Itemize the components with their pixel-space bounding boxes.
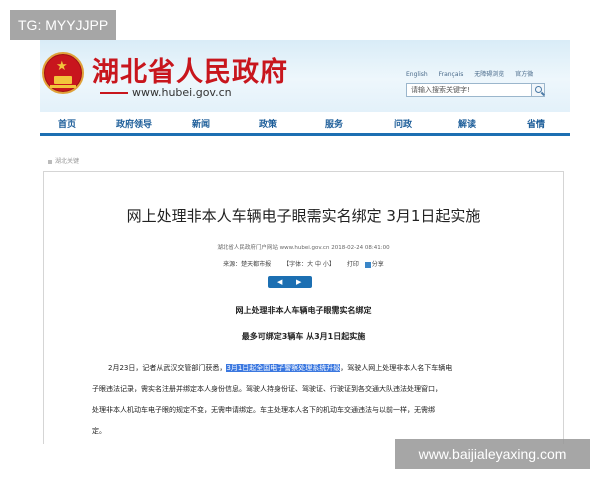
url-swoosh bbox=[100, 92, 128, 94]
top-links: English Français 无障碍浏览 官方微 bbox=[406, 69, 542, 78]
print-link[interactable]: 打印 bbox=[347, 261, 359, 268]
nav-province-info[interactable]: 省情 bbox=[527, 117, 545, 130]
article-paragraph-line: 处理非本人机动车电子眼的规定不变，无需申请绑定。车主处理本人名下的机动车交通违法… bbox=[92, 406, 435, 414]
article-meta: 湖北省人民政府门户网站 www.hubei.gov.cn 2018-02-24 … bbox=[217, 245, 390, 251]
selected-text-highlight: 3月1日起全国电子警察处理系统升级 bbox=[226, 364, 341, 372]
nav-leaders[interactable]: 政府领导 bbox=[116, 117, 152, 130]
breadcrumb-icon bbox=[48, 159, 52, 164]
article-tools: 来源：楚天都市报 【字体：大 中 小】 打印 分享 bbox=[44, 259, 563, 268]
breadcrumb: 湖北关键 bbox=[48, 156, 79, 165]
site-url: www.hubei.gov.cn bbox=[100, 86, 232, 99]
search-input[interactable]: 请输入搜索关键字! bbox=[406, 83, 544, 97]
font-size-control[interactable]: 【字体：大 中 小】 bbox=[283, 261, 335, 268]
national-emblem-icon: ★ bbox=[42, 52, 84, 94]
next-arrow-icon[interactable]: ▶ bbox=[296, 279, 301, 286]
link-accessibility[interactable]: 无障碍浏览 bbox=[474, 71, 504, 78]
screenshot-frame: ★ 湖北省人民政府 www.hubei.gov.cn English Franç… bbox=[40, 40, 570, 444]
nav-service[interactable]: 服务 bbox=[325, 117, 343, 130]
gate-icon bbox=[54, 76, 72, 84]
main-nav: 首页 政府领导 新闻 政策 服务 问政 解读 省情 bbox=[40, 112, 570, 136]
article-text: ，驾驶人网上处理非本人名下车辆电 bbox=[340, 364, 453, 372]
nav-home[interactable]: 首页 bbox=[58, 117, 76, 130]
prev-arrow-icon[interactable]: ◀ bbox=[277, 279, 282, 286]
article-headline: 网上处理非本人车辆电子眼需实名绑定 3月1日起实施 bbox=[126, 207, 481, 225]
star-icon: ★ bbox=[56, 59, 68, 74]
watermark-label-bottom: www.baijialeyaxing.com bbox=[395, 439, 590, 469]
search-handle bbox=[541, 91, 545, 96]
site-title[interactable]: 湖北省人民政府 bbox=[92, 50, 288, 89]
share-icon[interactable] bbox=[364, 261, 371, 268]
image-pager: ◀ ▶ bbox=[268, 276, 312, 288]
nav-interpretation[interactable]: 解读 bbox=[458, 117, 476, 130]
link-english[interactable]: English bbox=[406, 71, 428, 78]
article-subtitle-secondary: 最多可绑定3辆车 从3月1日起实施 bbox=[241, 332, 366, 341]
nav-inquiry[interactable]: 问政 bbox=[394, 117, 412, 130]
site-url-text: www.hubei.gov.cn bbox=[132, 86, 232, 99]
link-official-weibo[interactable]: 官方微 bbox=[515, 71, 533, 78]
watermark-label-top: TG: MYYJJPP bbox=[10, 10, 117, 40]
breadcrumb-label[interactable]: 湖北关键 bbox=[55, 158, 79, 165]
article-text: 2月23日，记者从武汉交管部门获悉， bbox=[108, 364, 227, 372]
article-paragraph-line: 定。 bbox=[92, 427, 106, 435]
emblem-base bbox=[50, 85, 76, 88]
link-francais[interactable]: Français bbox=[439, 71, 464, 78]
nav-news[interactable]: 新闻 bbox=[192, 117, 210, 130]
article-source: 来源：楚天都市报 bbox=[223, 261, 272, 268]
article-subtitle: 网上处理非本人车辆电子眼需实名绑定 bbox=[235, 306, 372, 315]
article-paragraph-line: 2月23日，记者从武汉交管部门获悉，3月1日起全国电子警察处理系统升级，驾驶人网… bbox=[108, 363, 452, 373]
share-link[interactable]: 分享 bbox=[372, 261, 384, 268]
nav-policy[interactable]: 政策 bbox=[259, 117, 277, 130]
page: ★ 湖北省人民政府 www.hubei.gov.cn English Franç… bbox=[0, 0, 600, 480]
search-icon[interactable] bbox=[531, 83, 545, 97]
site-header: ★ 湖北省人民政府 www.hubei.gov.cn English Franç… bbox=[40, 40, 570, 112]
article-paragraph-line: 子眼违法记录，需实名注册并绑定本人身份信息。驾驶人持身份证、驾驶证、行驶证到各交… bbox=[92, 385, 442, 393]
article-panel: 网上处理非本人车辆电子眼需实名绑定 3月1日起实施 湖北省人民政府门户网站 ww… bbox=[43, 171, 564, 444]
